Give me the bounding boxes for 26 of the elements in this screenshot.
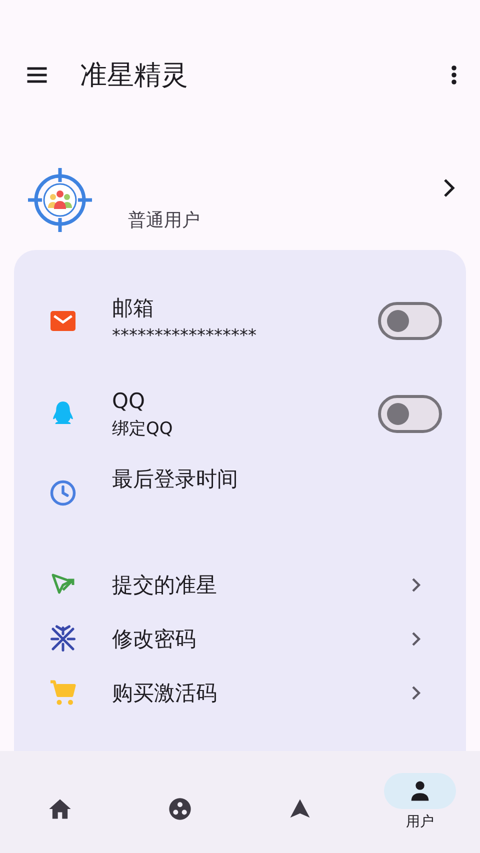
app-title: 准星精灵 (80, 59, 189, 93)
target-avatar-icon (26, 166, 94, 234)
settings-item[interactable]: 修改密码 (14, 622, 466, 656)
item-title: 修改密码 (112, 626, 197, 653)
item-subtitle: ***************** (112, 324, 258, 348)
item-title: 购买激活码 (112, 680, 218, 707)
settings-item[interactable]: 购买激活码 (14, 676, 466, 710)
item-title: 邮箱 (112, 294, 155, 322)
user-role: 普通用户 (128, 209, 201, 232)
item-subtitle: 绑定QQ (112, 418, 174, 440)
toggle-switch[interactable] (378, 394, 442, 432)
settings-item[interactable]: 提交的准星 (14, 568, 466, 602)
snowflake-icon (48, 624, 78, 654)
nav-label: 用户 (406, 813, 434, 831)
nav-item[interactable]: 用户 (365, 751, 475, 853)
cart-icon (48, 678, 78, 708)
chevron-right-icon (410, 630, 422, 648)
chevron-right-icon (410, 684, 422, 702)
three-dots-circle-icon (167, 796, 193, 822)
item-title: QQ (112, 388, 146, 414)
toggle-switch[interactable] (378, 302, 442, 340)
item-title: 提交的准星 (112, 572, 218, 599)
chevron-right-icon (410, 576, 422, 594)
item-title: 最后登录时间 (112, 466, 239, 493)
chevron-right-icon[interactable] (442, 176, 456, 198)
clock-icon (48, 478, 78, 508)
